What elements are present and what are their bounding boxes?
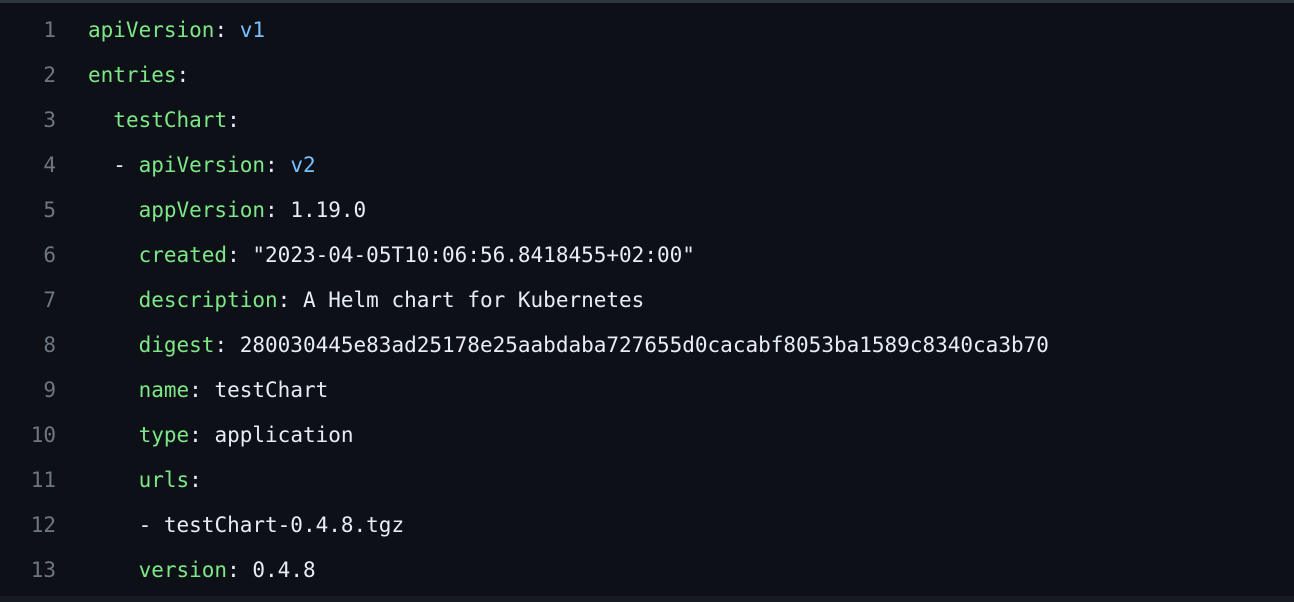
line-number: 5	[43, 197, 56, 222]
line-content: - apiVersion: v2	[70, 152, 316, 177]
line-content: entries:	[70, 63, 189, 87]
yaml-key: testChart	[113, 107, 228, 132]
code-line[interactable]: 7 description: A Helm chart for Kubernet…	[0, 277, 1294, 322]
horizontal-scrollbar[interactable]	[0, 596, 1294, 602]
line-number: 12	[30, 512, 56, 537]
yaml-key: description	[138, 287, 278, 312]
code-lines: 1 apiVersion: v1 2 entries: 3 testChart: 4 - …	[0, 7, 1294, 592]
code-line[interactable]: 9 name: testChart	[0, 367, 1294, 412]
line-content: urls:	[70, 468, 202, 492]
line-content: digest: 280030445e83ad25178e25aabdaba727…	[70, 333, 1049, 357]
yaml-key: apiVersion	[138, 152, 266, 177]
colon: :	[265, 152, 278, 177]
colon: :	[227, 557, 240, 582]
colon: :	[189, 467, 202, 492]
line-number: 11	[30, 467, 56, 492]
yaml-value: 0.4.8	[239, 557, 316, 582]
code-line[interactable]: 6 created: "2023-04-05T10:06:56.8418455+…	[0, 232, 1294, 277]
code-line[interactable]: 12 - testChart-0.4.8.tgz	[0, 502, 1294, 547]
line-content: created: "2023-04-05T10:06:56.8418455+02…	[70, 243, 695, 267]
yaml-key: type	[138, 422, 190, 447]
yaml-key: digest	[138, 332, 215, 357]
colon: :	[189, 422, 202, 447]
code-line[interactable]: 13 version: 0.4.8	[0, 547, 1294, 592]
colon: :	[189, 377, 202, 402]
list-dash: -	[113, 152, 139, 177]
code-line[interactable]: 8 digest: 280030445e83ad25178e25aabdaba7…	[0, 322, 1294, 367]
yaml-value: "2023-04-05T10:06:56.8418455+02:00"	[239, 242, 695, 267]
colon: :	[176, 62, 190, 87]
yaml-key: apiVersion	[88, 17, 215, 42]
yaml-key: urls	[138, 467, 190, 492]
colon: :	[214, 332, 228, 357]
line-number: 9	[43, 377, 56, 402]
code-line[interactable]: 3 testChart:	[0, 97, 1294, 142]
colon: :	[265, 197, 278, 222]
code-line[interactable]: 1 apiVersion: v1	[0, 7, 1294, 52]
line-content: apiVersion: v1	[70, 18, 265, 42]
line-content: version: 0.4.8	[70, 558, 316, 582]
line-number: 7	[43, 287, 56, 312]
yaml-value: A Helm chart for Kubernetes	[290, 287, 645, 312]
code-line[interactable]: 5 appVersion: 1.19.0	[0, 187, 1294, 232]
line-number: 2	[43, 62, 56, 87]
yaml-key: entries	[88, 62, 177, 87]
code-viewer: 1 apiVersion: v1 2 entries: 3 testChart: 4 - …	[0, 0, 1294, 602]
yaml-key: version	[138, 557, 228, 582]
line-content: type: application	[70, 423, 354, 447]
yaml-value: v1	[227, 17, 266, 42]
yaml-value: 280030445e83ad25178e25aabdaba727655d0cac…	[227, 332, 1049, 357]
line-number: 4	[43, 152, 56, 177]
line-number: 3	[43, 107, 56, 132]
yaml-value: 1.19.0	[277, 197, 367, 222]
line-number: 13	[30, 557, 56, 582]
yaml-value: testChart	[201, 377, 329, 402]
line-content: - testChart-0.4.8.tgz	[70, 512, 405, 537]
line-number: 1	[43, 17, 56, 42]
colon: :	[227, 242, 240, 267]
line-number: 8	[43, 332, 56, 357]
code-line[interactable]: 11 urls:	[0, 457, 1294, 502]
colon: :	[227, 107, 240, 132]
code-line[interactable]: 10 type: application	[0, 412, 1294, 457]
yaml-key: name	[138, 377, 190, 402]
line-number: 6	[43, 242, 56, 267]
yaml-key: created	[138, 242, 228, 267]
line-content: description: A Helm chart for Kubernetes	[70, 287, 645, 312]
list-dash: -	[138, 512, 164, 537]
line-content: testChart:	[70, 107, 240, 132]
colon: :	[277, 287, 291, 312]
code-line[interactable]: 2 entries:	[0, 52, 1294, 97]
yaml-value: application	[201, 422, 354, 447]
yaml-value: testChart-0.4.8.tgz	[163, 512, 405, 537]
line-content: name: testChart	[70, 377, 329, 402]
line-content: appVersion: 1.19.0	[70, 197, 367, 222]
code-line[interactable]: 4 - apiVersion: v2	[0, 142, 1294, 187]
yaml-value: v2	[277, 152, 316, 177]
line-number: 10	[30, 422, 56, 447]
yaml-key: appVersion	[138, 197, 266, 222]
colon: :	[214, 17, 228, 42]
